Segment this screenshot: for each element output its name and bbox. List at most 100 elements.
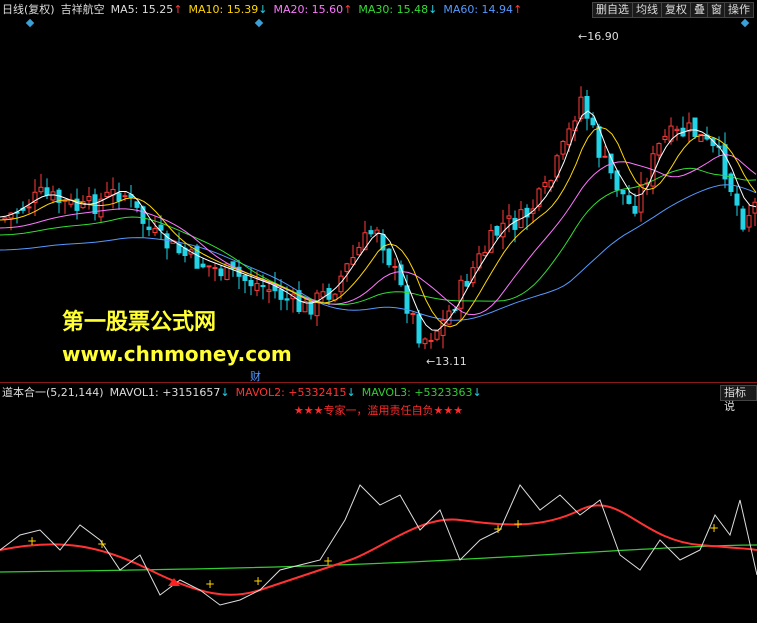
candle-body: [38, 186, 44, 193]
candle-body: [464, 280, 470, 287]
candle-body: [206, 265, 212, 268]
candle-body: [656, 143, 662, 156]
candle-body: [572, 120, 578, 132]
cross-marker-icon: +: [205, 577, 215, 591]
candle-body: [512, 217, 518, 230]
candle-body: [494, 225, 500, 236]
candle-body: [92, 194, 98, 215]
ma10-arrow: ↓: [258, 2, 268, 16]
indicator-name[interactable]: 道本合一(5,21,144): [2, 384, 104, 400]
stock-name: 吉祥航空: [60, 3, 105, 16]
adjust-button[interactable]: 复权: [661, 2, 691, 18]
candle-body: [662, 135, 668, 140]
candle-body: [632, 205, 638, 214]
candle-body: [50, 191, 56, 201]
candle-body: [26, 206, 32, 209]
ma60-label: MA60: 14.94: [443, 2, 514, 16]
low-price-annotation: ←13.11: [426, 355, 467, 368]
mavol1-readout: MAVOL1: +3151657↓: [110, 386, 230, 399]
candle-body: [542, 182, 548, 187]
indicator-help-button[interactable]: 指标说: [720, 385, 757, 413]
cross-marker-icon: +: [493, 522, 503, 536]
candle-body: [248, 279, 254, 287]
watermark-url: www.chnmoney.com: [62, 342, 292, 366]
low-price-label: 13.11: [435, 355, 467, 368]
candle-body: [626, 195, 632, 204]
remove-watchlist-button[interactable]: 删自选: [592, 2, 633, 18]
ma5-readout: MA5: 15.25↑: [111, 3, 183, 16]
candle-body: [752, 201, 757, 214]
candle-body: [260, 284, 266, 288]
candle-body: [278, 289, 284, 300]
candle-body: [2, 217, 8, 220]
high-price-label: 16.90: [587, 30, 619, 43]
candle-body: [44, 187, 50, 196]
cross-marker-icon: +: [27, 534, 37, 548]
cross-marker-icon: +: [97, 537, 107, 551]
ma20-arrow: ↑: [343, 2, 353, 16]
candle-body: [356, 246, 362, 256]
ma10-line: [0, 126, 757, 328]
mavol3-line: [0, 544, 757, 573]
candle-body: [434, 330, 440, 340]
ma60-readout: MA60: 14.94↑: [443, 3, 522, 16]
ma-button[interactable]: 均线: [632, 2, 662, 18]
candle-body: [722, 144, 728, 180]
candle-body: [254, 282, 260, 291]
candle-body: [620, 189, 626, 195]
operate-button[interactable]: 操作: [724, 2, 754, 18]
indicator-header: 道本合一(5,21,144) MAVOL1: +3151657↓ MAVOL2:…: [0, 383, 757, 401]
cross-marker-icon: +: [709, 521, 719, 535]
mavol1-arrow: ↓: [220, 385, 230, 399]
ma60-arrow: ↑: [513, 2, 523, 16]
candle-body: [386, 248, 392, 266]
period-label[interactable]: 日线(复权): [2, 1, 55, 17]
arrow-left-icon: ←: [426, 355, 436, 368]
mavol2-arrow: ↓: [346, 385, 356, 399]
candle-body: [314, 292, 320, 317]
cross-marker-icon: +: [323, 554, 333, 568]
candle-body: [344, 263, 350, 272]
candle-body: [458, 279, 464, 309]
candle-body: [560, 140, 566, 155]
candle-body: [428, 339, 434, 342]
candle-body: [392, 265, 398, 268]
candle-body: [602, 155, 608, 158]
candle-body: [584, 95, 590, 119]
candle-body: [86, 196, 92, 202]
ma30-readout: MA30: 15.48↓: [358, 3, 437, 16]
cross-marker-icon: +: [253, 574, 263, 588]
candle-body: [566, 128, 572, 146]
indicator-slogan: ★★★专家一，滥用责任自负★★★: [293, 404, 464, 417]
candle-body: [200, 263, 206, 268]
candle-body: [740, 208, 746, 230]
candle-body: [410, 312, 416, 315]
candle-body: [266, 289, 272, 292]
indicator-chart[interactable]: + + + + + + + +: [0, 420, 757, 620]
mavol3-label: MAVOL3: +5323363: [361, 385, 473, 399]
mavol2-readout: MAVOL2: +5332415↓: [236, 386, 356, 399]
candle-body: [212, 267, 218, 270]
mavol3-arrow: ↓: [472, 385, 482, 399]
mavol3-readout: MAVOL3: +5323363↓: [362, 386, 482, 399]
ma30-arrow: ↓: [428, 2, 438, 16]
arrow-left-icon: ←: [578, 30, 588, 43]
cross-marker-icon: +: [513, 517, 523, 531]
candle-body: [734, 193, 740, 206]
mavol1-line: [0, 484, 757, 606]
ma20-readout: MA20: 15.60↑: [273, 3, 352, 16]
mavol2-line: [0, 504, 757, 596]
ma30-label: MA30: 15.48: [358, 2, 429, 16]
ma10-label: MA10: 15.39: [188, 2, 259, 16]
ma5-label: MA5: 15.25: [110, 2, 174, 16]
ma5-arrow: ↑: [173, 2, 183, 16]
candle-body: [674, 128, 680, 132]
candle-body: [116, 192, 122, 202]
ma10-readout: MA10: 15.39↓: [189, 3, 268, 16]
candle-body: [134, 201, 140, 208]
ma5-line: [0, 110, 757, 331]
candle-body: [482, 251, 488, 256]
candle-body: [218, 268, 224, 277]
candle-body: [284, 298, 290, 301]
candle-body: [362, 232, 368, 251]
